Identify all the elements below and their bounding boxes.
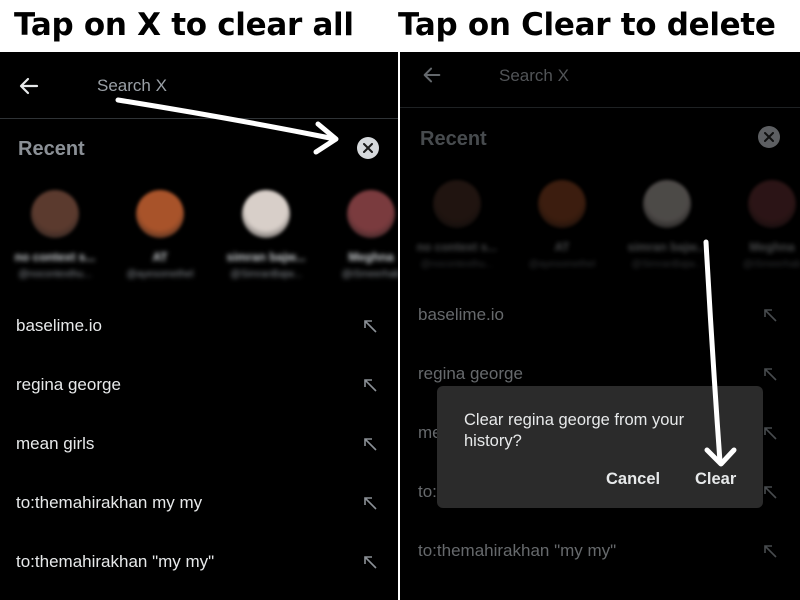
recent-search-item[interactable]: to:themahirakhan my my bbox=[0, 475, 398, 534]
close-icon bbox=[363, 143, 373, 153]
avatar bbox=[31, 190, 79, 238]
modal-backdrop[interactable] bbox=[400, 52, 800, 600]
recent-search-label: baselime.io bbox=[16, 316, 102, 335]
recent-search-label: regina george bbox=[16, 375, 121, 394]
account-name: AT bbox=[152, 250, 168, 264]
recent-search-item[interactable]: regina george bbox=[0, 357, 398, 416]
avatar bbox=[136, 190, 184, 238]
account-name: Meghna bbox=[348, 250, 394, 264]
arrow-up-left-icon[interactable] bbox=[362, 554, 378, 575]
account-handle: @iSmeerhab bbox=[341, 269, 398, 280]
recent-search-item[interactable]: mean girls bbox=[0, 416, 398, 475]
recent-search-item[interactable]: baselime.io bbox=[0, 298, 398, 357]
account-handle: @SimranBajw... bbox=[230, 269, 302, 280]
recent-search-item[interactable]: to:themahirakhan "my my" bbox=[0, 534, 398, 593]
clear-button[interactable]: Clear bbox=[695, 470, 736, 489]
cancel-button[interactable]: Cancel bbox=[606, 470, 660, 489]
arrow-up-left-icon[interactable] bbox=[362, 377, 378, 398]
arrow-up-left-icon[interactable] bbox=[362, 318, 378, 339]
recent-search-label: mean girls bbox=[16, 434, 95, 453]
arrow-up-left-icon[interactable] bbox=[362, 495, 378, 516]
recent-search-label: to:themahirakhan "my my" bbox=[16, 552, 215, 571]
search-input[interactable]: Search X bbox=[97, 76, 167, 96]
recent-search-label: to:themahirakhan my my bbox=[16, 493, 203, 512]
search-header: Search X bbox=[0, 52, 398, 119]
dialog-message: Clear regina george from your history? bbox=[464, 411, 685, 450]
recent-heading: Recent bbox=[18, 138, 85, 160]
account-handle: @nocontexthu... bbox=[18, 269, 92, 280]
account-handle: @ayesomethel bbox=[126, 269, 194, 280]
caption-tap-clear: Tap on Clear to delete bbox=[398, 7, 776, 43]
account-name: simran bajw... bbox=[226, 250, 306, 264]
clear-all-button[interactable] bbox=[357, 137, 379, 159]
search-screen-left: Search X Recent no context s... @noconte… bbox=[0, 52, 398, 600]
avatar bbox=[242, 190, 290, 238]
arrow-up-left-icon[interactable] bbox=[362, 436, 378, 457]
caption-tap-x: Tap on X to clear all bbox=[14, 7, 354, 43]
avatar bbox=[347, 190, 395, 238]
clear-history-dialog: Clear regina george from your history? C… bbox=[437, 386, 763, 508]
search-screen-right: Search X Recent no context s... @noconte… bbox=[400, 52, 800, 600]
arrow-left-icon[interactable] bbox=[17, 74, 41, 103]
account-name: no context s... bbox=[14, 250, 96, 264]
